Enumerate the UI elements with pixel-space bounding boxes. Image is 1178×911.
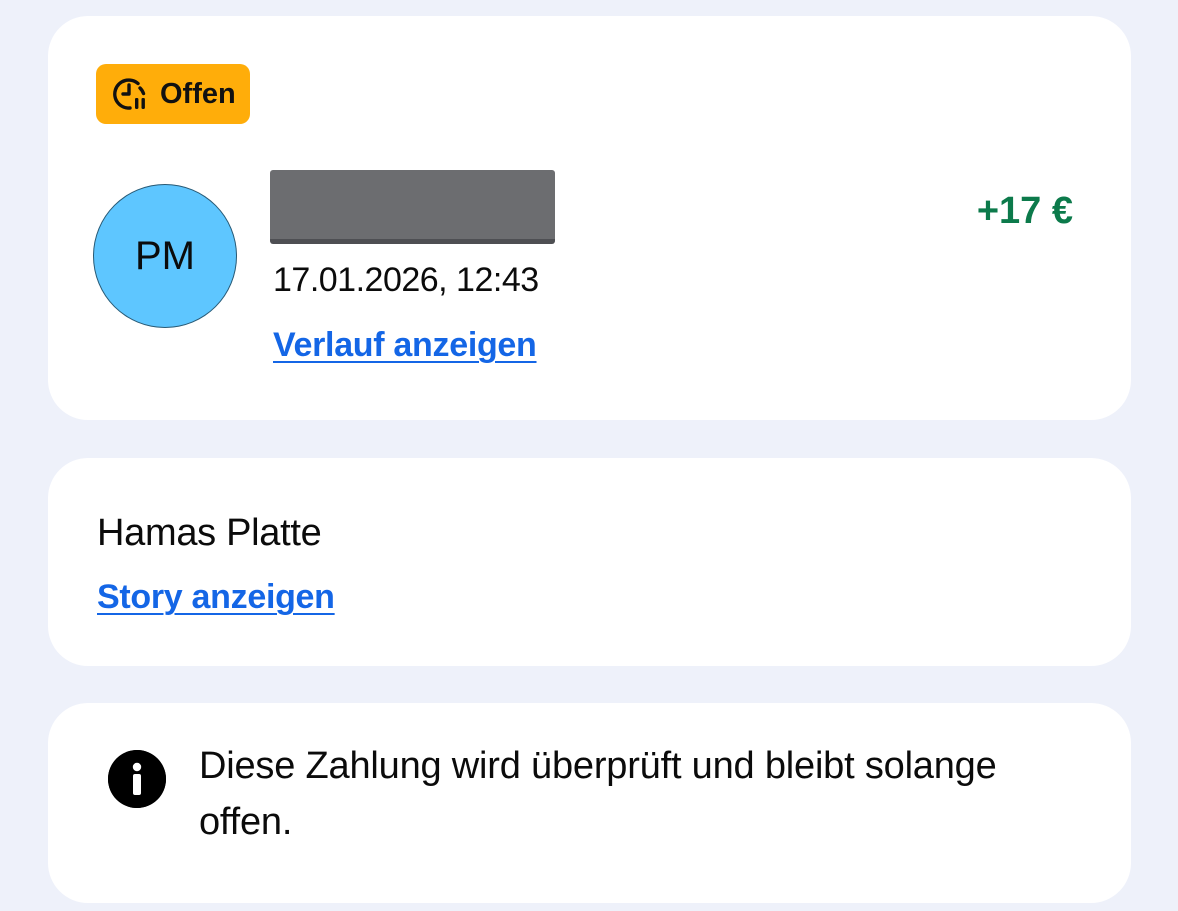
info-icon: [108, 750, 166, 808]
transaction-timestamp: 17.01.2026, 12:43: [273, 261, 539, 299]
status-badge: Offen: [96, 64, 250, 124]
info-card: Diese Zahlung wird überprüft und bleibt …: [48, 703, 1131, 903]
transaction-card: Offen PM 17.01.2026, 12:43 Verlauf anzei…: [48, 16, 1131, 420]
info-message: Diese Zahlung wird überprüft und bleibt …: [199, 745, 997, 843]
avatar: PM: [93, 184, 237, 328]
show-history-link[interactable]: Verlauf anzeigen: [273, 326, 537, 365]
redacted-name: [270, 170, 555, 244]
clock-pause-icon: [110, 74, 150, 114]
note-title: Hamas Platte: [97, 512, 322, 554]
note-card: Hamas Platte Story anzeigen: [48, 458, 1131, 666]
status-label: Offen: [160, 77, 236, 110]
transaction-amount: +17 €: [976, 190, 1073, 232]
show-story-link[interactable]: Story anzeigen: [97, 578, 335, 617]
